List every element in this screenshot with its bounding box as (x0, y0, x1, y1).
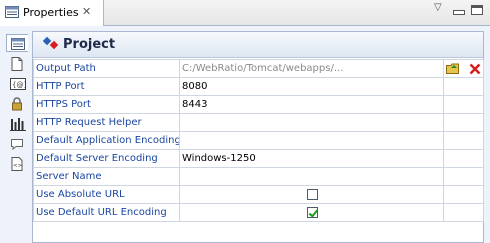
section-security[interactable] (6, 94, 28, 112)
property-section-tabs: {@} <> (6, 34, 28, 214)
table-row: Use Default URL Encoding (33, 203, 484, 222)
chart-icon (10, 118, 26, 131)
xml-icon: <> (11, 157, 23, 171)
section-statistics[interactable] (6, 114, 28, 132)
section-code[interactable]: {@} (6, 74, 28, 92)
property-label: Server Name (33, 167, 180, 186)
use-absolute-url-checkbox[interactable] (307, 188, 318, 200)
table-row: Default Application Encoding (33, 131, 484, 150)
property-label: Default Application Encoding (33, 131, 180, 150)
code-icon: {@} (10, 78, 26, 90)
server-name-field[interactable] (179, 167, 444, 186)
maximize-icon[interactable] (471, 5, 483, 15)
property-label: HTTP Request Helper (33, 113, 180, 132)
use-default-url-encoding-checkbox[interactable] (307, 206, 318, 218)
tab-label: Properties (23, 6, 79, 19)
table-row: HTTP Request Helper (33, 113, 484, 132)
project-properties-panel: Project Output Path C:/WebRatio/Tomcat/w… (32, 31, 484, 243)
tab-properties[interactable]: Properties ✕ (0, 0, 104, 26)
table-row: Server Name (33, 167, 484, 186)
lock-icon (12, 97, 22, 111)
table-row: Output Path C:/WebRatio/Tomcat/webapps/.… (33, 59, 484, 78)
comment-icon (11, 139, 23, 151)
property-label: HTTP Port (33, 77, 180, 96)
http-port-field[interactable]: 8080 (179, 77, 444, 96)
section-comment[interactable] (6, 134, 28, 152)
panel-header: Project (33, 32, 483, 58)
document-icon (11, 57, 23, 71)
default-application-encoding-field[interactable] (179, 131, 444, 150)
minimize-icon[interactable] (453, 5, 465, 15)
property-label: Use Default URL Encoding (33, 203, 180, 222)
project-icon (43, 36, 59, 50)
property-label: Output Path (33, 59, 180, 78)
output-path-field[interactable]: C:/WebRatio/Tomcat/webapps/... (179, 59, 444, 78)
table-row: HTTP Port 8080 (33, 77, 484, 96)
properties-icon (11, 38, 25, 50)
http-request-helper-field[interactable] (179, 113, 444, 132)
delete-icon[interactable] (469, 63, 481, 75)
properties-icon (5, 6, 19, 18)
svg-text:{@}: {@} (12, 81, 26, 89)
table-row: Use Absolute URL (33, 185, 484, 204)
section-properties[interactable] (6, 34, 28, 52)
close-icon[interactable]: ✕ (82, 5, 91, 18)
section-document[interactable] (6, 54, 28, 72)
default-server-encoding-field[interactable]: Windows-1250 (179, 149, 444, 168)
table-row: Default Server Encoding Windows-1250 (33, 149, 484, 168)
svg-text:<>: <> (13, 163, 23, 169)
https-port-field[interactable]: 8443 (179, 95, 444, 114)
properties-content: {@} <> (0, 26, 490, 243)
view-menu-icon[interactable]: ▽ (434, 2, 442, 13)
property-table: Output Path C:/WebRatio/Tomcat/webapps/.… (33, 59, 484, 222)
view-tab-bar: Properties ✕ ▽ (0, 0, 490, 26)
property-label: Use Absolute URL (33, 185, 180, 204)
section-xml[interactable]: <> (6, 154, 28, 172)
property-label: Default Server Encoding (33, 149, 180, 168)
panel-title: Project (63, 37, 116, 52)
folder-icon[interactable] (446, 62, 460, 75)
property-label: HTTPS Port (33, 95, 180, 114)
table-row: HTTPS Port 8443 (33, 95, 484, 114)
